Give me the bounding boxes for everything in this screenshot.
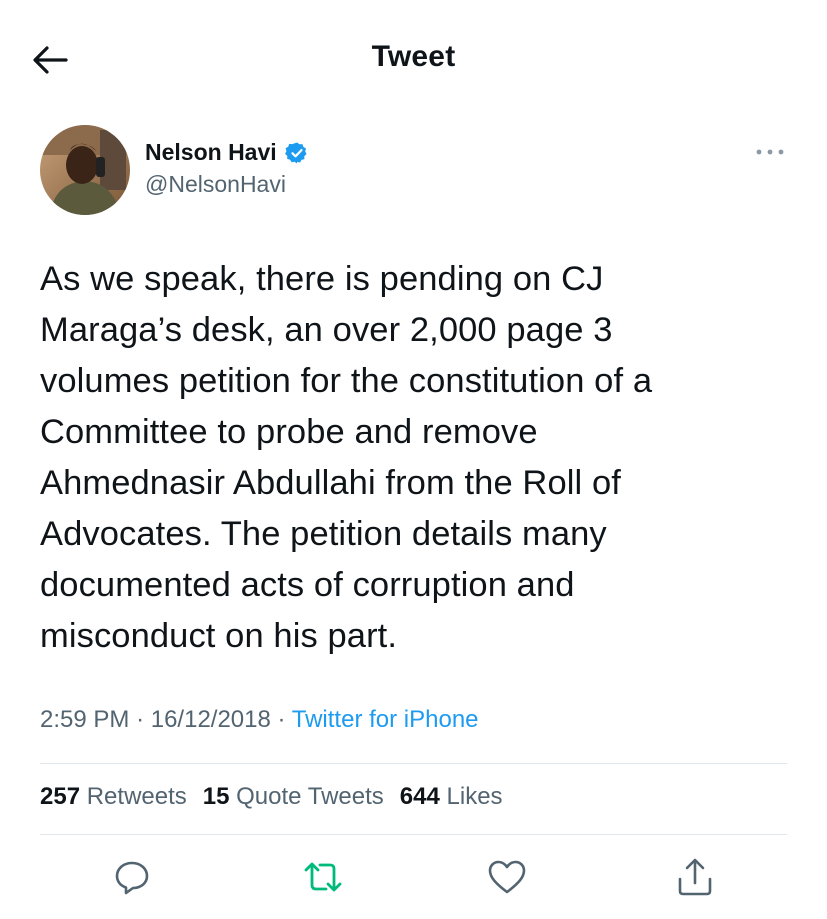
tweet-date[interactable]: 16/12/2018 xyxy=(151,706,271,733)
retweets-count: 257 xyxy=(40,783,87,810)
author-name-row: Nelson Havi xyxy=(145,139,309,166)
divider xyxy=(40,763,787,764)
retweet-icon xyxy=(304,862,342,892)
author-name[interactable]: Nelson Havi xyxy=(145,139,277,166)
tweet-actions xyxy=(40,852,787,904)
retweets-stat[interactable]: 257 Retweets xyxy=(40,783,187,811)
divider xyxy=(40,834,787,835)
tweet-text-line: volumes petition for the constitution of… xyxy=(40,362,653,400)
tweet-text-line: As we speak, there is pending on CJ xyxy=(40,260,604,298)
retweet-button[interactable] xyxy=(298,852,348,902)
likes-label: Likes xyxy=(446,783,503,810)
tweet-text: As we speak, there is pending on CJ Mara… xyxy=(40,254,770,662)
tweet-detail-page: Tweet Nelson Havi @NelsonHavi As we spea… xyxy=(0,0,827,919)
page-title: Tweet xyxy=(371,40,456,73)
likes-stat[interactable]: 644 Likes xyxy=(400,783,503,811)
quote-tweets-count: 15 xyxy=(202,783,237,810)
avatar[interactable] xyxy=(40,125,130,215)
heart-icon xyxy=(488,860,526,894)
tweet-meta: 2:59 PM · 16/12/2018 · Twitter for iPhon… xyxy=(40,706,479,734)
author-handle[interactable]: @NelsonHavi xyxy=(145,171,286,198)
retweets-label: Retweets xyxy=(86,783,187,810)
meta-separator: · xyxy=(136,706,151,733)
more-dots-icon xyxy=(756,149,784,155)
tweet-text-line: documented acts of corruption and xyxy=(40,566,575,604)
likes-count: 644 xyxy=(399,783,447,810)
tweet-text-line: Ahmednasir Abdullahi from the Roll of xyxy=(40,464,621,502)
reply-button[interactable] xyxy=(107,852,157,902)
engagement-stats: 257 Retweets 15 Quote Tweets 644 Likes xyxy=(40,783,503,811)
tweet-time[interactable]: 2:59 PM xyxy=(40,706,129,733)
tweet-text-line: Maraga’s desk, an over 2,000 page 3 xyxy=(40,311,613,349)
quote-tweets-label: Quote Tweets xyxy=(236,783,384,810)
tweet-text-line: Committee to probe and remove xyxy=(40,413,538,451)
tweet-text-line: Advocates. The petition details many xyxy=(40,515,607,553)
more-options-button[interactable] xyxy=(752,140,788,164)
meta-separator: · xyxy=(277,706,292,733)
tweet-text-line: misconduct on his part. xyxy=(40,617,398,655)
tweet-source-link[interactable]: Twitter for iPhone xyxy=(292,706,479,733)
quote-tweets-stat[interactable]: 15 Quote Tweets xyxy=(203,783,384,811)
share-icon xyxy=(678,858,712,896)
reply-icon xyxy=(115,861,149,895)
verified-badge-icon xyxy=(284,142,307,163)
share-button[interactable] xyxy=(670,852,720,902)
like-button[interactable] xyxy=(482,852,532,902)
